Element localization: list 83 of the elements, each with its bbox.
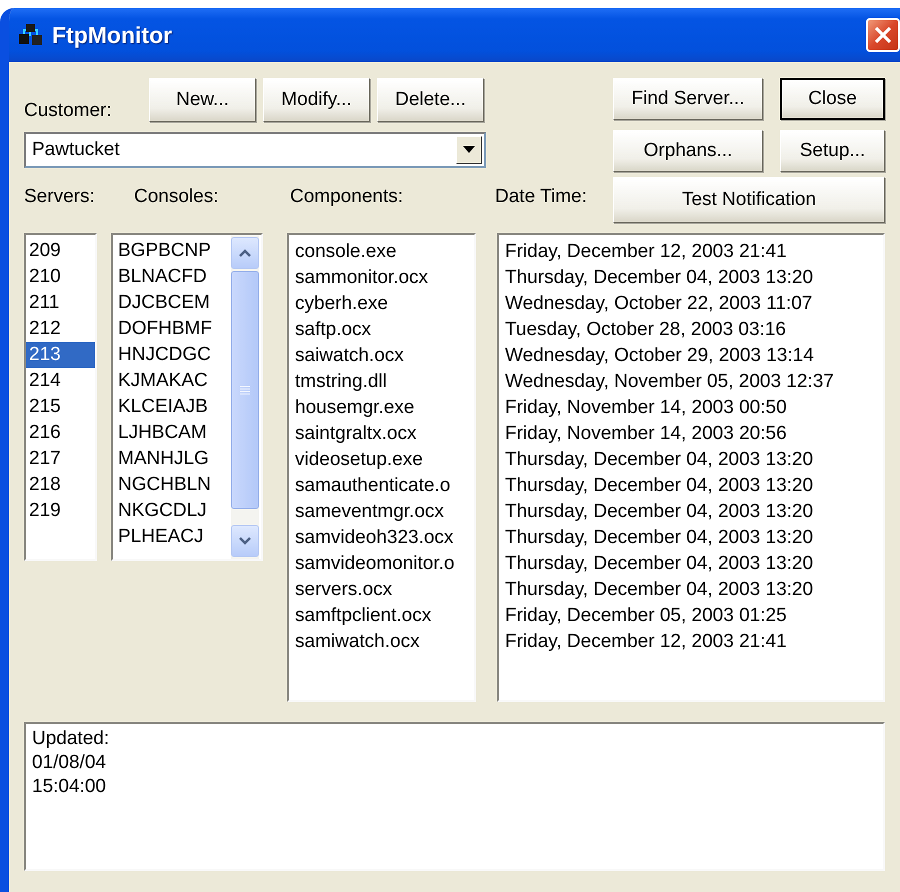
action-button[interactable]: Test Notification <box>613 177 885 223</box>
action-button[interactable]: Close <box>780 78 885 120</box>
window-title: FtpMonitor <box>52 22 172 48</box>
list-item[interactable]: Thursday, December 04, 2003 13:20 <box>499 551 883 577</box>
list-item[interactable]: cyberh.exe <box>289 291 474 317</box>
list-item[interactable]: Wednesday, November 05, 2003 12:37 <box>499 369 883 395</box>
caret-icon <box>463 146 475 154</box>
list-item[interactable]: 216 <box>26 420 95 446</box>
list-item[interactable]: sameventmgr.ocx <box>289 499 474 525</box>
list-item[interactable]: 217 <box>26 446 95 472</box>
list-item[interactable]: LJHBCAM <box>113 420 231 446</box>
list-item[interactable]: servers.ocx <box>289 577 474 603</box>
scroll-down-button[interactable] <box>231 525 259 557</box>
list-label: Servers: <box>24 186 96 208</box>
chevron-up-icon <box>238 248 252 258</box>
list-item[interactable]: saftp.ocx <box>289 317 474 343</box>
list-item[interactable]: Wednesday, October 22, 2003 11:07 <box>499 291 883 317</box>
list-item[interactable]: tmstring.dll <box>289 369 474 395</box>
scroll-up-button[interactable] <box>231 237 259 269</box>
list-item[interactable]: NGCHBLN <box>113 472 231 498</box>
list-item[interactable]: samiwatch.ocx <box>289 629 474 655</box>
list-item[interactable]: saintgraltx.ocx <box>289 421 474 447</box>
customer-action-button[interactable]: Modify... <box>263 78 370 122</box>
list-item[interactable]: Thursday, December 04, 2003 13:20 <box>499 499 883 525</box>
list-item[interactable]: MANHJLG <box>113 446 231 472</box>
list-item[interactable]: console.exe <box>289 239 474 265</box>
action-button[interactable]: Setup... <box>780 130 885 172</box>
list-item[interactable]: samvideomonitor.o <box>289 551 474 577</box>
chevron-down-icon <box>238 536 252 546</box>
list-item[interactable]: HNJCDGC <box>113 342 231 368</box>
list-item[interactable]: BLNACFD <box>113 264 231 290</box>
list-item[interactable]: Thursday, December 04, 2003 13:20 <box>499 265 883 291</box>
list-item[interactable]: sammonitor.ocx <box>289 265 474 291</box>
list-item[interactable]: Wednesday, October 29, 2003 13:14 <box>499 343 883 369</box>
grip-icon <box>240 385 250 395</box>
list-item[interactable]: Friday, November 14, 2003 20:56 <box>499 421 883 447</box>
list-label: Date Time: <box>495 186 587 208</box>
list-item[interactable]: 219 <box>26 498 95 524</box>
list-item[interactable]: Thursday, December 04, 2003 13:20 <box>499 447 883 473</box>
list-item[interactable]: 214 <box>26 368 95 394</box>
list-item[interactable]: samftpclient.ocx <box>289 603 474 629</box>
network-icon <box>18 22 44 48</box>
list-item[interactable]: housemgr.exe <box>289 395 474 421</box>
action-button[interactable]: Find Server... <box>613 78 763 120</box>
close-button[interactable] <box>866 18 900 52</box>
list-item[interactable]: DJCBCEM <box>113 290 231 316</box>
list-item[interactable]: 209 <box>26 238 95 264</box>
close-icon <box>872 24 894 46</box>
list-item[interactable]: Tuesday, October 28, 2003 03:16 <box>499 317 883 343</box>
dropdown-button[interactable] <box>456 136 482 164</box>
list-item[interactable]: saiwatch.ocx <box>289 343 474 369</box>
scrollbar[interactable] <box>231 235 259 559</box>
list-item[interactable]: samauthenticate.o <box>289 473 474 499</box>
list-item[interactable]: PLHEACJ <box>113 524 231 550</box>
customer-action-button[interactable]: New... <box>149 78 256 122</box>
list-item[interactable]: Thursday, December 04, 2003 13:20 <box>499 525 883 551</box>
list-item[interactable]: Friday, December 12, 2003 21:41 <box>499 629 883 655</box>
list-item[interactable]: videosetup.exe <box>289 447 474 473</box>
list-item[interactable]: KLCEIAJB <box>113 394 231 420</box>
list-item[interactable]: NKGCDLJ <box>113 498 231 524</box>
status-field[interactable]: Updated: 01/08/04 15:04:00 <box>24 722 885 871</box>
list-item[interactable]: Friday, November 14, 2003 00:50 <box>499 395 883 421</box>
list-item[interactable]: 218 <box>26 472 95 498</box>
customer-label: Customer: <box>24 100 113 122</box>
list-item[interactable]: Friday, December 12, 2003 21:41 <box>499 239 883 265</box>
list-item[interactable]: Friday, December 05, 2003 01:25 <box>499 603 883 629</box>
list-item[interactable]: 213 <box>26 342 95 368</box>
scroll-thumb[interactable] <box>231 271 259 509</box>
list-item[interactable]: 211 <box>26 290 95 316</box>
list-item[interactable]: Thursday, December 04, 2003 13:20 <box>499 473 883 499</box>
list-item[interactable]: 215 <box>26 394 95 420</box>
list-item[interactable]: KJMAKAC <box>113 368 231 394</box>
list-label: Components: <box>290 186 404 208</box>
list-item[interactable]: BGPBCNP <box>113 238 231 264</box>
list-item[interactable]: 212 <box>26 316 95 342</box>
list-item[interactable]: Thursday, December 04, 2003 13:20 <box>499 577 883 603</box>
list-item[interactable]: DOFHBMF <box>113 316 231 342</box>
list-label: Consoles: <box>134 186 220 208</box>
list-item[interactable]: 210 <box>26 264 95 290</box>
action-button[interactable]: Orphans... <box>613 130 763 172</box>
customer-action-button[interactable]: Delete... <box>377 78 484 122</box>
list-item[interactable]: samvideoh323.ocx <box>289 525 474 551</box>
customer-dropdown[interactable]: Pawtucket <box>24 132 486 168</box>
